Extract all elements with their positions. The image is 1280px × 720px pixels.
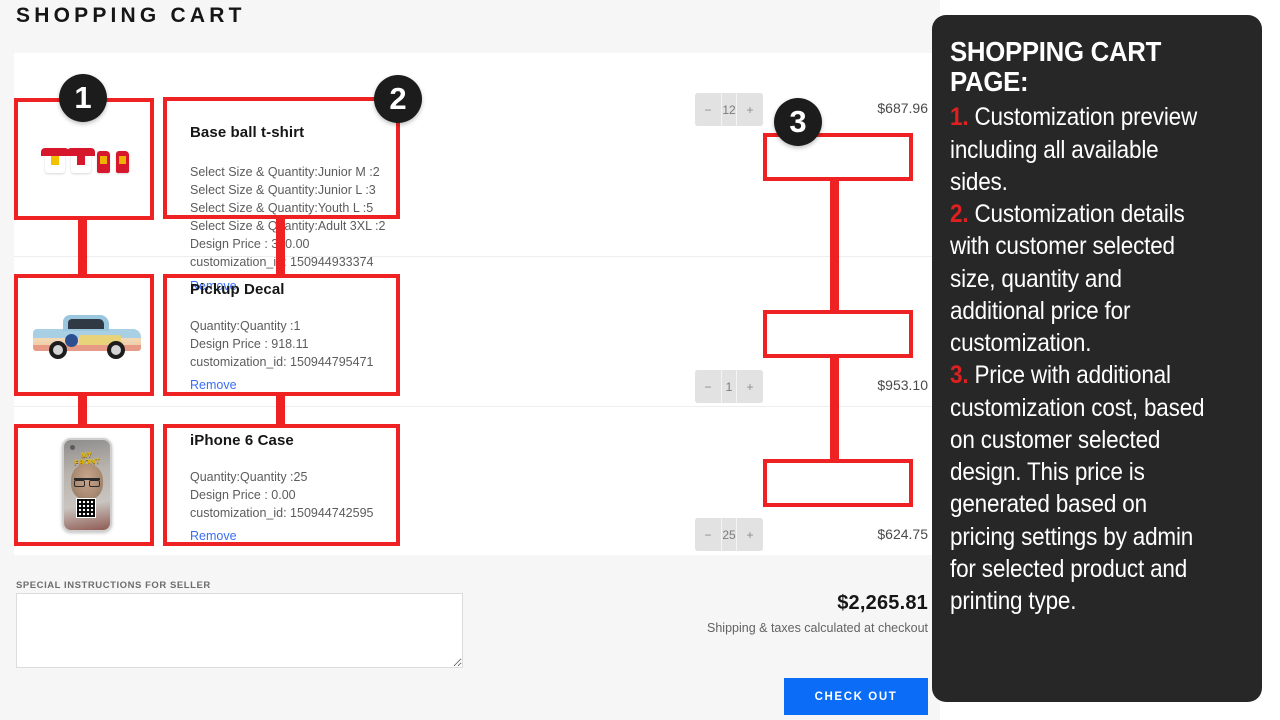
quantity-increment-button[interactable]: + bbox=[737, 370, 763, 403]
remove-item-link[interactable]: Remove bbox=[190, 378, 237, 392]
annotation-panel-item-2-number: 2. bbox=[950, 200, 969, 229]
remove-item-link[interactable]: Remove bbox=[190, 529, 237, 543]
quantity-increment-button[interactable]: + bbox=[737, 93, 763, 126]
cart-item-thumbnail[interactable]: MY FRONT bbox=[14, 425, 159, 545]
special-instructions-label: SPECIAL INSTRUCTIONS FOR SELLER bbox=[16, 580, 211, 591]
cart-item-row: Pickup Decal Quantity:Quantity :1 Design… bbox=[14, 256, 940, 406]
quantity-decrement-button[interactable]: − bbox=[695, 93, 721, 126]
quantity-stepper[interactable]: − 12 + bbox=[695, 93, 763, 126]
tshirt-back-icon bbox=[66, 147, 95, 173]
cart-item-details: Quantity:Quantity :1 Design Price : 918.… bbox=[190, 319, 374, 369]
cart-item-title[interactable]: Base ball t-shirt bbox=[190, 124, 304, 141]
cart-items-card: Base ball t-shirt Select Size & Quantity… bbox=[14, 53, 940, 555]
tshirt-left-sleeve-icon bbox=[96, 150, 110, 173]
truck-logo-badge-icon bbox=[64, 334, 78, 347]
cart-item-title[interactable]: Pickup Decal bbox=[190, 281, 285, 298]
annotation-panel-item-3-text: Price with additional customization cost… bbox=[950, 361, 1205, 616]
quantity-decrement-button[interactable]: − bbox=[695, 518, 721, 551]
cart-item-line-price: $687.96 bbox=[877, 100, 928, 116]
cart-item-row: Base ball t-shirt Select Size & Quantity… bbox=[14, 53, 940, 293]
cart-item-line-price: $624.75 bbox=[877, 526, 928, 542]
quantity-value[interactable]: 25 bbox=[721, 518, 737, 551]
annotation-panel: SHOPPING CART PAGE: 1. Customization pre… bbox=[932, 15, 1262, 702]
quantity-increment-button[interactable]: + bbox=[737, 518, 763, 551]
annotation-panel-item-1-number: 1. bbox=[950, 103, 969, 132]
annotation-panel-item-2: 2. Customization details with customer s… bbox=[950, 198, 1215, 359]
tshirt-right-sleeve-icon bbox=[115, 150, 129, 173]
quantity-value[interactable]: 1 bbox=[721, 370, 737, 403]
truck-rear-wheel-icon bbox=[106, 341, 125, 359]
pickup-truck-preview-icon bbox=[32, 313, 141, 359]
cart-item-details: Select Size & Quantity:Junior M :2 Selec… bbox=[190, 165, 386, 269]
special-instructions-input[interactable] bbox=[16, 593, 463, 668]
tshirt-previews-icon bbox=[40, 147, 129, 173]
quantity-stepper[interactable]: − 25 + bbox=[695, 518, 763, 551]
annotation-panel-item-3: 3. Price with additional customization c… bbox=[950, 359, 1215, 617]
quantity-decrement-button[interactable]: − bbox=[695, 370, 721, 403]
subtotal-amount: $2,265.81 bbox=[837, 592, 928, 614]
check-out-button[interactable]: CHECK OUT bbox=[784, 678, 928, 715]
tshirt-front-icon bbox=[40, 147, 69, 173]
cart-item-thumbnail[interactable] bbox=[14, 100, 159, 220]
phone-case-preview-icon: MY FRONT bbox=[61, 438, 112, 532]
qr-code-icon bbox=[75, 498, 96, 518]
truck-front-wheel-icon bbox=[48, 341, 67, 359]
annotation-panel-item-2-text: Customization details with customer sele… bbox=[950, 200, 1185, 358]
cart-item-thumbnail[interactable] bbox=[14, 276, 159, 396]
quantity-stepper[interactable]: − 1 + bbox=[695, 370, 763, 403]
quantity-value[interactable]: 12 bbox=[721, 93, 737, 126]
annotation-panel-item-1-text: Customization preview including all avai… bbox=[950, 103, 1198, 196]
cart-item-title[interactable]: iPhone 6 Case bbox=[190, 432, 294, 449]
truck-cab-shape bbox=[62, 315, 109, 331]
shipping-taxes-note: Shipping & taxes calculated at checkout bbox=[707, 621, 928, 635]
phone-camera-icon bbox=[69, 445, 75, 450]
shopping-cart-page: SHOPPING CART Base ball t-shirt Select S… bbox=[0, 0, 940, 720]
cart-item-row: MY FRONT iPhone 6 Case Quantity:Quantity… bbox=[14, 406, 940, 555]
page-title: SHOPPING CART bbox=[16, 4, 246, 27]
cart-item-details: Quantity:Quantity :25 Design Price : 0.0… bbox=[190, 470, 374, 520]
annotation-panel-item-3-number: 3. bbox=[950, 361, 969, 390]
annotation-panel-heading: SHOPPING CART PAGE: bbox=[950, 36, 1162, 98]
cart-item-line-price: $953.10 bbox=[877, 377, 928, 393]
annotation-panel-item-1: 1. Customization preview including all a… bbox=[950, 101, 1215, 198]
glasses-icon bbox=[73, 478, 100, 487]
